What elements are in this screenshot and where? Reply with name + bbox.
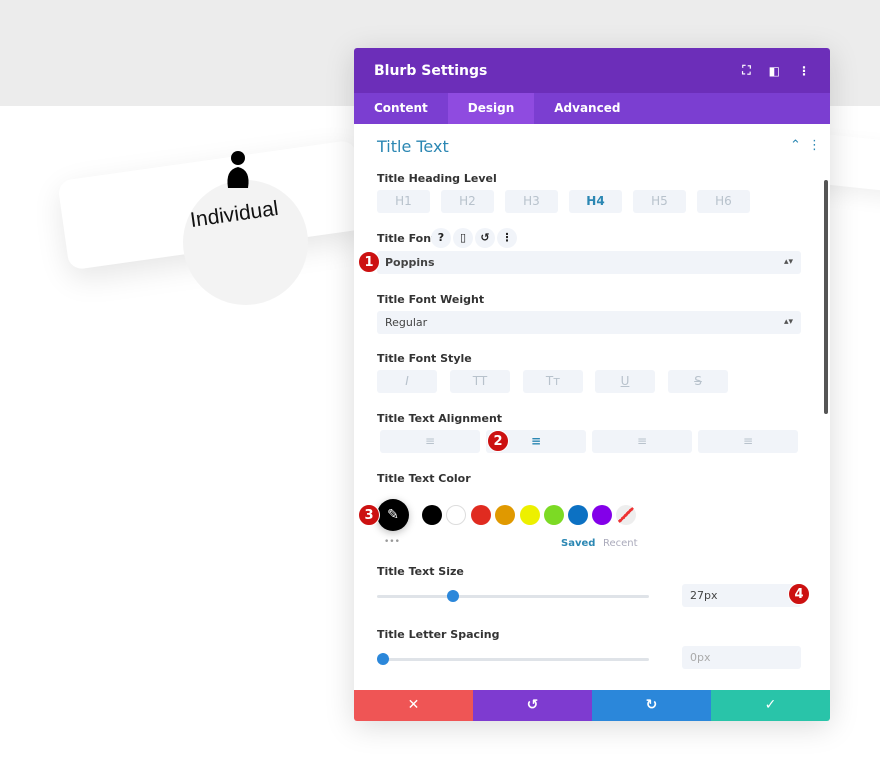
section-title[interactable]: Title Text: [377, 137, 449, 156]
swatch-transparent[interactable]: [616, 505, 636, 525]
help-icon[interactable]: ?: [431, 228, 451, 248]
font-weight-label: Title Font Weight: [377, 293, 485, 306]
swatch-blue[interactable]: [568, 505, 588, 525]
heading-h4-button[interactable]: H4: [569, 190, 622, 213]
annotation-badge-2: 2: [487, 430, 509, 452]
swatch-red[interactable]: [471, 505, 491, 525]
save-button[interactable]: ✓: [711, 690, 830, 721]
align-right-button[interactable]: ≡: [592, 430, 692, 453]
scrollbar[interactable]: [824, 180, 828, 414]
letter-spacing-label: Title Letter Spacing: [377, 628, 500, 641]
saved-tab[interactable]: Saved: [561, 538, 595, 549]
heading-h2-button[interactable]: H2: [441, 190, 494, 213]
tab-design[interactable]: Design: [447, 93, 535, 124]
field-menu-icon[interactable]: ⋮: [497, 228, 517, 248]
letter-spacing-slider[interactable]: [377, 653, 649, 665]
mobile-icon[interactable]: ▯: [453, 228, 473, 248]
uppercase-button[interactable]: TT: [450, 370, 510, 393]
more-options-icon[interactable]: ⋮: [798, 64, 810, 78]
slider-thumb[interactable]: [377, 653, 389, 665]
font-select[interactable]: Poppins ▴▾: [377, 251, 801, 274]
text-size-slider[interactable]: [377, 590, 649, 602]
font-weight-select[interactable]: Regular ▴▾: [377, 311, 801, 334]
panel-header: Blurb Settings ⛶ ◧ ⋮: [354, 48, 830, 93]
swatch-green[interactable]: [544, 505, 564, 525]
select-arrows-icon: ▴▾: [783, 257, 793, 267]
strikethrough-button[interactable]: S: [668, 370, 728, 393]
font-value: Poppins: [385, 256, 435, 269]
split-view-icon[interactable]: ◧: [769, 64, 780, 78]
swatch-purple[interactable]: [592, 505, 612, 525]
section-menu-icon[interactable]: ⋮: [808, 138, 821, 153]
color-picker-eyedropper-icon[interactable]: ✎: [377, 499, 409, 531]
letter-spacing-input[interactable]: 0px: [682, 646, 801, 669]
heading-h1-button[interactable]: H1: [377, 190, 430, 213]
text-size-label: Title Text Size: [377, 565, 464, 578]
slider-thumb[interactable]: [447, 590, 460, 602]
fullscreen-icon[interactable]: ⛶: [742, 63, 750, 78]
annotation-badge-1: 1: [358, 251, 380, 273]
redo-button[interactable]: ↻: [592, 690, 711, 721]
chevron-up-icon[interactable]: ⌃: [790, 138, 801, 153]
align-justify-button[interactable]: ≡: [698, 430, 798, 453]
swatch-yellow[interactable]: [520, 505, 540, 525]
underline-button[interactable]: U: [595, 370, 655, 393]
tab-advanced[interactable]: Advanced: [534, 93, 640, 124]
capitalize-button[interactable]: Tт: [523, 370, 583, 393]
font-label: Title Font: [377, 232, 437, 245]
heading-h3-button[interactable]: H3: [505, 190, 558, 213]
heading-level-label: Title Heading Level: [377, 172, 497, 185]
select-arrows-icon: ▴▾: [783, 317, 793, 327]
font-style-label: Title Font Style: [377, 352, 472, 365]
recent-tab[interactable]: Recent: [603, 538, 638, 549]
align-left-button[interactable]: ≡: [380, 430, 480, 453]
annotation-badge-3: 3: [358, 504, 380, 526]
panel-title: Blurb Settings: [374, 62, 488, 79]
reset-icon[interactable]: ↺: [475, 228, 495, 248]
panel-tabs: Content Design Advanced: [354, 93, 830, 124]
heading-h5-button[interactable]: H5: [633, 190, 686, 213]
blurb-settings-panel: Blurb Settings ⛶ ◧ ⋮ Content Design Adva…: [354, 48, 830, 721]
panel-footer: ✕ ↺ ↻ ✓: [354, 690, 830, 721]
font-weight-value: Regular: [385, 316, 428, 329]
annotation-badge-4: 4: [788, 583, 810, 605]
person-icon: [227, 151, 249, 188]
more-colors-button[interactable]: •••: [384, 537, 400, 547]
swatch-orange[interactable]: [495, 505, 515, 525]
undo-button[interactable]: ↺: [473, 690, 592, 721]
text-color-label: Title Text Color: [377, 472, 471, 485]
text-size-input[interactable]: 27px: [682, 584, 801, 607]
preview-circle: [183, 180, 308, 305]
heading-h6-button[interactable]: H6: [697, 190, 750, 213]
cancel-button[interactable]: ✕: [354, 690, 473, 721]
alignment-label: Title Text Alignment: [377, 412, 503, 425]
tab-content[interactable]: Content: [354, 93, 448, 124]
italic-button[interactable]: I: [377, 370, 437, 393]
swatch-white[interactable]: [446, 505, 466, 525]
swatch-black[interactable]: [422, 505, 442, 525]
